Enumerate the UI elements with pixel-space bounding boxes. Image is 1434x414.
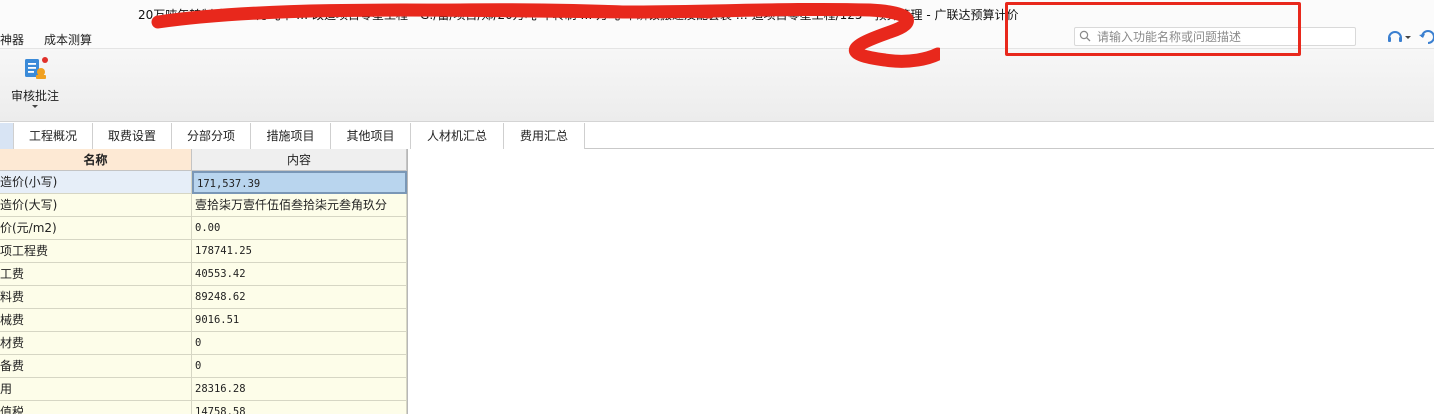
row-name-cell[interactable]: 项工程费 [0,240,192,263]
row-name-cell[interactable]: 值税 [0,401,192,414]
row-value-cell[interactable]: 9016.51 [192,309,407,332]
row-value-cell[interactable]: 40553.42 [192,263,407,286]
dropdown-arrow-icon[interactable] [1405,36,1411,39]
row-name-cell[interactable]: 械费 [0,309,192,332]
review-annotation-button[interactable]: 审核批注 [4,53,66,117]
refresh-icon[interactable] [1419,30,1434,44]
row-value-cell[interactable]: 壹拾柒万壹仟伍佰叁拾柒元叁角玖分 [192,194,407,217]
row-name-cell[interactable]: 材费 [0,332,192,355]
table-row[interactable]: 项工程费 178741.25 [0,240,407,263]
tab-divisional-items[interactable]: 分部分项 [172,123,251,149]
table-row[interactable]: 械费 9016.51 [0,309,407,332]
chevron-down-icon[interactable] [32,105,38,108]
window-title: 20万吨年转制磷酸 65万吨年 … 改造项目零星工程 - G:/蕾/项目/郑/2… [138,8,1019,22]
headset-icon[interactable] [1388,31,1402,42]
table-row[interactable]: 造价(小写) 171,537.39 [0,171,407,194]
review-annotation-icon [25,57,48,79]
column-header-value[interactable]: 内容 [192,149,407,171]
tab-selected-left[interactable] [0,123,14,149]
function-search-box[interactable] [1074,27,1356,46]
table-row[interactable]: 材费 0 [0,332,407,355]
row-name-cell[interactable]: 造价(大写) [0,194,192,217]
table-row[interactable]: 料费 89248.62 [0,286,407,309]
menu-item-shenqi[interactable]: 神器 [0,31,24,48]
table-row[interactable]: 工费 40553.42 [0,263,407,286]
table-row[interactable]: 备费 0 [0,355,407,378]
tab-fee-settings[interactable]: 取费设置 [93,123,172,149]
row-value-cell[interactable]: 14758.58 [192,401,407,414]
table-row[interactable]: 值税 14758.58 [0,401,407,414]
tab-measure-items[interactable]: 措施项目 [251,123,331,149]
tab-project-overview[interactable]: 工程概况 [14,123,93,149]
row-value-cell[interactable]: 0 [192,355,407,378]
menu-item-cost-estimate[interactable]: 成本测算 [44,31,92,48]
search-input[interactable] [1097,29,1352,44]
tab-fee-summary[interactable]: 费用汇总 [504,123,585,149]
row-name-cell[interactable]: 用 [0,378,192,401]
review-annotation-label: 审核批注 [11,89,60,103]
row-name-cell[interactable]: 造价(小写) [0,171,192,194]
tab-bar: 工程概况 取费设置 分部分项 措施项目 其他项目 人材机汇总 费用汇总 [0,122,1434,149]
tab-other-items[interactable]: 其他项目 [331,123,411,149]
title-bar: 20万吨年转制磷酸 65万吨年 … 改造项目零星工程 - G:/蕾/项目/郑/2… [0,0,1434,28]
row-value-cell[interactable]: 0 [192,332,407,355]
row-name-cell[interactable]: 备费 [0,355,192,378]
row-value-cell[interactable]: 178741.25 [192,240,407,263]
grid-header: 名称 内容 [0,149,407,171]
row-name-cell[interactable]: 工费 [0,263,192,286]
column-header-name[interactable]: 名称 [0,149,192,171]
row-value-cell[interactable]: 89248.62 [192,286,407,309]
search-icon [1079,30,1091,42]
table-row[interactable]: 造价(大写) 壹拾柒万壹仟伍佰叁拾柒元叁角玖分 [0,194,407,217]
row-name-cell[interactable]: 料费 [0,286,192,309]
row-value-cell[interactable]: 0.00 [192,217,407,240]
ribbon-toolbar: 审核批注 [0,49,1434,122]
table-row[interactable]: 用 28316.28 [0,378,407,401]
tab-labor-material-machine-summary[interactable]: 人材机汇总 [411,123,504,149]
row-value-cell[interactable]: 28316.28 [192,378,407,401]
project-overview-grid: 名称 内容 造价(小写) 171,537.39 造价(大写) 壹拾柒万壹仟伍佰叁拾柒元… [0,149,408,414]
table-row[interactable]: 价(元/m2) 0.00 [0,217,407,240]
row-value-cell[interactable]: 171,537.39 [192,171,407,194]
row-name-cell[interactable]: 价(元/m2) [0,217,192,240]
help-icons [1386,29,1434,48]
